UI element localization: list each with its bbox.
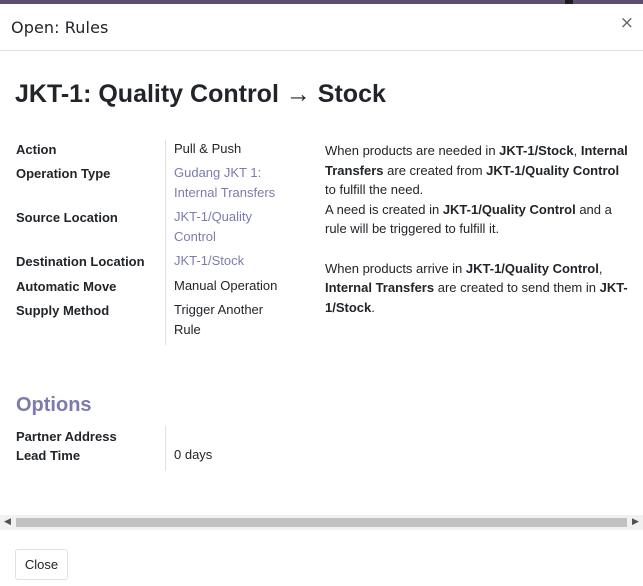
options-heading: Options xyxy=(16,394,92,416)
link-operation-type[interactable]: Gudang JKT 1: Internal Transfers xyxy=(174,163,292,203)
explanation-paragraph-1: When products are needed in JKT-1/Stock,… xyxy=(325,143,628,198)
scroll-right-arrow-icon[interactable]: ▶ xyxy=(628,515,643,530)
value-action: Pull & Push xyxy=(174,139,292,159)
label-destination-location: Destination Location xyxy=(16,254,145,269)
rules-dialog: Open: Rules × JKT-1: Quality Control → S… xyxy=(0,4,643,586)
label-action: Action xyxy=(16,142,57,157)
label-operation-type: Operation Type xyxy=(16,166,111,181)
value-automatic-move: Manual Operation xyxy=(174,276,292,296)
value-operation-type-line2[interactable]: Internal Transfers xyxy=(174,185,275,200)
horizontal-scrollbar[interactable]: ◀ ▶ xyxy=(0,515,643,530)
record-title: JKT-1: Quality Control → Stock xyxy=(15,80,386,108)
value-destination-location[interactable]: JKT-1/Stock xyxy=(174,253,244,268)
explanation-paragraph-3: When products arrive in JKT-1/Quality Co… xyxy=(325,260,628,315)
label-lead-time: Lead Time xyxy=(16,448,81,463)
value-supply-method-line1: Trigger Another xyxy=(174,302,264,317)
close-button[interactable]: Close xyxy=(15,549,68,580)
label-source-location: Source Location xyxy=(16,210,118,225)
value-automatic-move-text: Manual Operation xyxy=(174,278,278,293)
link-destination-location[interactable]: JKT-1/Stock xyxy=(174,251,292,271)
scroll-left-arrow-icon[interactable]: ◀ xyxy=(0,515,15,530)
value-lead-time: 0 days xyxy=(174,447,213,462)
field-group-divider xyxy=(165,140,166,345)
label-automatic-move: Automatic Move xyxy=(16,279,117,294)
dialog-footer: Close xyxy=(0,531,643,586)
value-action-text: Pull & Push xyxy=(174,141,242,156)
options-group-divider xyxy=(165,426,166,471)
dialog-title: Open: Rules xyxy=(11,18,109,37)
value-supply-method-line2: Rule xyxy=(174,322,201,337)
value-supply-method: Trigger Another Rule xyxy=(174,300,292,340)
explanation-paragraph-2: A need is created in JKT-1/Quality Contr… xyxy=(325,201,612,237)
scrollbar-thumb[interactable] xyxy=(16,518,627,527)
value-source-location-line2[interactable]: Control xyxy=(174,229,216,244)
label-partner-address: Partner Address xyxy=(16,429,117,444)
link-source-location[interactable]: JKT-1/Quality Control xyxy=(174,207,292,247)
close-icon[interactable]: × xyxy=(620,15,634,32)
value-source-location-line1[interactable]: JKT-1/Quality xyxy=(174,209,252,224)
label-supply-method: Supply Method xyxy=(16,303,110,318)
dialog-header: Open: Rules × xyxy=(0,4,643,51)
value-operation-type-line1[interactable]: Gudang JKT 1: xyxy=(174,165,261,180)
rule-explanation: When products are needed in JKT-1/Stock,… xyxy=(325,141,630,317)
